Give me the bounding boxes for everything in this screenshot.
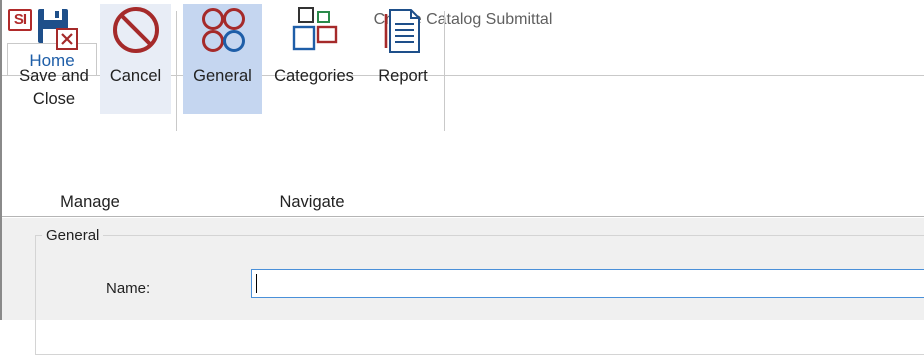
general-section-title: General xyxy=(42,227,104,244)
general-circles-icon xyxy=(201,8,245,52)
report-button[interactable]: Report xyxy=(368,4,438,114)
group-label-navigate: Navigate xyxy=(279,193,345,211)
form-area: General Name: xyxy=(2,218,924,355)
categories-label: Categories xyxy=(274,67,354,85)
save-close-icon xyxy=(38,9,78,50)
categories-icon xyxy=(292,7,338,51)
ribbon-group-separator xyxy=(444,11,445,131)
save-and-close-label-line2: Close xyxy=(32,90,76,108)
group-label-manage: Manage xyxy=(60,193,120,211)
general-button[interactable]: General xyxy=(183,4,262,114)
save-and-close-label-line1: Save and xyxy=(19,67,89,85)
ribbon-divider xyxy=(2,216,924,217)
cancel-icon xyxy=(112,7,159,53)
save-and-close-button[interactable]: Save and Close xyxy=(14,4,94,114)
cancel-label: Cancel xyxy=(109,67,162,85)
name-input[interactable] xyxy=(251,269,924,298)
categories-button[interactable]: Categories xyxy=(268,4,360,114)
report-label: Report xyxy=(378,67,428,85)
name-label: Name: xyxy=(106,280,151,297)
ribbon-group-separator xyxy=(176,11,177,131)
general-label: General xyxy=(193,67,252,85)
text-caret xyxy=(256,274,257,293)
report-icon xyxy=(384,9,420,53)
cancel-button[interactable]: Cancel xyxy=(100,4,171,114)
